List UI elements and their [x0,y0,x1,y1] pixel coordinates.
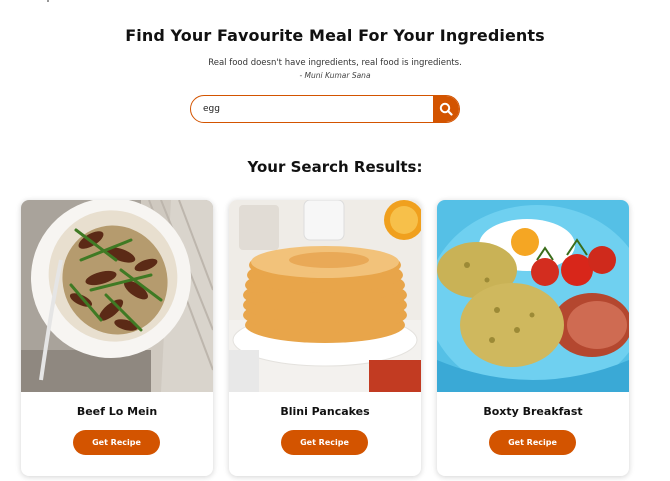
decorative-dot [47,0,49,2]
recipe-name: Blini Pancakes [280,405,370,418]
get-recipe-button[interactable]: Get Recipe [281,430,368,455]
get-recipe-button[interactable]: Get Recipe [73,430,160,455]
recipe-image-beef-lo-mein [21,200,213,392]
get-recipe-button[interactable]: Get Recipe [489,430,576,455]
recipe-name: Boxty Breakfast [483,405,583,418]
search-icon [439,102,453,116]
page-title: Find Your Favourite Meal For Your Ingred… [125,26,545,45]
search-input[interactable] [191,96,435,122]
recipe-image-blini-pancakes [229,200,421,392]
recipe-card: Beef Lo Mein Get Recipe [21,200,213,476]
quote-author: - Muni Kumar Sana [299,71,371,80]
page-header: Find Your Favourite Meal For Your Ingred… [0,26,670,80]
search-button[interactable] [433,96,459,122]
results-title: Your Search Results: [247,158,423,176]
recipe-card: Boxty Breakfast Get Recipe [437,200,629,476]
search-bar [190,95,460,123]
quote-text: Real food doesn't have ingredients, real… [208,58,462,68]
recipe-name: Beef Lo Mein [76,405,158,418]
recipe-image-boxty-breakfast [437,200,629,392]
recipe-card: Blini Pancakes Get Recipe [229,200,421,476]
